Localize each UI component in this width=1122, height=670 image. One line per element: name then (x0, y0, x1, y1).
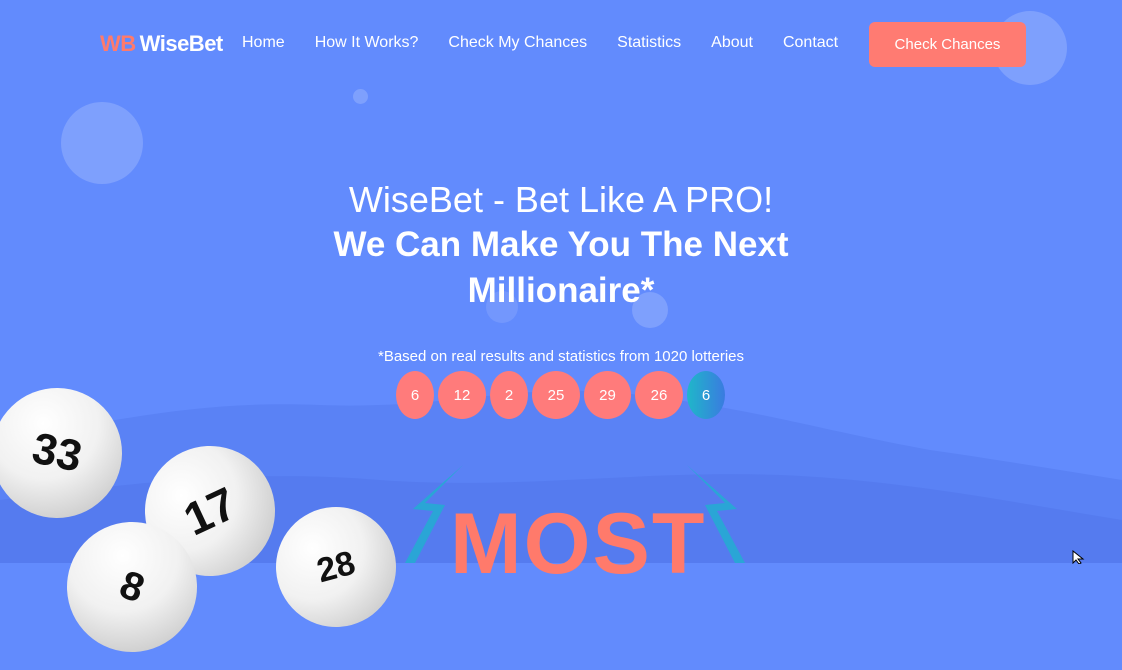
number-ball: 26 (635, 371, 683, 419)
decorative-bubble (61, 102, 143, 184)
logo-mark: WB (100, 31, 136, 56)
nav-link-how-it-works[interactable]: How It Works? (315, 34, 419, 52)
nav-link-contact[interactable]: Contact (783, 34, 838, 52)
lottery-ball-number: 8 (114, 562, 151, 612)
number-ball: 29 (584, 371, 631, 419)
logo-text: WiseBet (139, 31, 224, 56)
nav-menu: Home How It Works? Check My Chances Stat… (242, 34, 868, 52)
number-ball: 12 (438, 371, 486, 419)
lottery-numbers: 6 12 2 25 29 26 6 (396, 371, 725, 419)
number-ball: 6 (396, 371, 434, 419)
mouse-cursor-icon (1072, 550, 1085, 564)
bonus-number-ball: 6 (687, 371, 725, 419)
lottery-ball-number: 28 (312, 543, 360, 590)
nav-link-home[interactable]: Home (242, 34, 285, 52)
decorative-bubble (353, 89, 368, 104)
nav-link-check-my-chances[interactable]: Check My Chances (448, 34, 587, 52)
hero-title: WiseBet - Bet Like A PRO! (348, 179, 774, 220)
check-chances-button[interactable]: Check Chances (869, 22, 1026, 67)
hero-subtitle: We Can Make You The Next Millionaire* (333, 225, 789, 310)
number-ball: 2 (490, 371, 528, 419)
nav-link-about[interactable]: About (711, 34, 753, 52)
promo-text: MOST (450, 496, 707, 592)
nav-link-statistics[interactable]: Statistics (617, 34, 681, 52)
lottery-ball-number: 17 (175, 476, 245, 546)
top-navbar: WB WiseBet Home How It Works? Check My C… (0, 0, 1122, 90)
hero-footnote: *Based on real results and statistics fr… (377, 348, 744, 365)
hero-heading: WiseBet - Bet Like A PRO! We Can Make Yo… (0, 178, 1122, 314)
lottery-ball-number: 33 (28, 423, 87, 482)
logo[interactable]: WB WiseBet (100, 31, 223, 57)
number-ball: 25 (532, 371, 580, 419)
